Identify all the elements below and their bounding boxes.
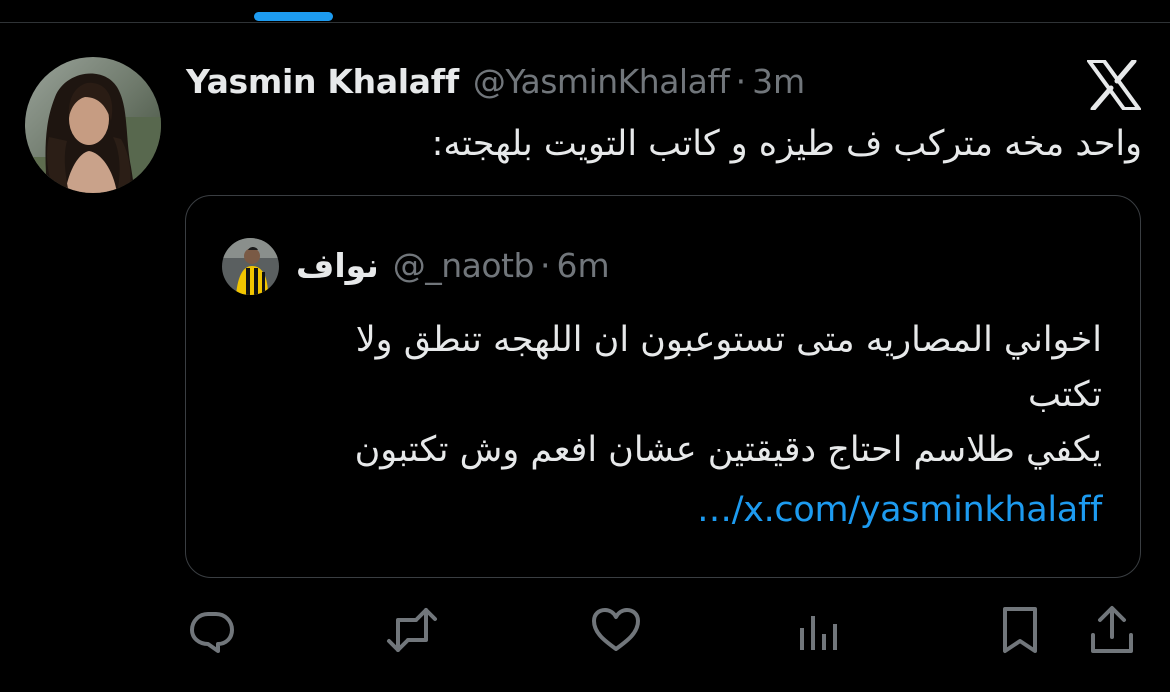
quoted-author-handle[interactable]: @_naotb — [393, 246, 535, 285]
top-divider — [0, 22, 1170, 23]
quoted-text-line: تكتب — [1028, 375, 1102, 415]
quoted-tweet-link[interactable]: …/x.com/yasminkhalaff — [697, 483, 1102, 538]
views-icon — [800, 616, 837, 650]
separator-dot: · — [735, 61, 747, 101]
profile-photo-icon — [25, 57, 161, 193]
reply-button[interactable] — [186, 604, 238, 656]
quoted-text-line: يكفي طلاسم احتاج دقيقتين عشان افعم وش تك… — [354, 430, 1102, 470]
share-button[interactable] — [1086, 604, 1138, 656]
views-button[interactable] — [792, 604, 844, 656]
quoted-tweet-timestamp[interactable]: 6m — [556, 246, 609, 285]
bookmark-button[interactable] — [994, 604, 1046, 656]
reply-icon — [190, 612, 234, 653]
retweet-button[interactable] — [386, 604, 438, 656]
share-icon — [1091, 606, 1133, 653]
like-button[interactable] — [590, 604, 642, 656]
like-icon — [592, 608, 640, 651]
quoted-author-display-name[interactable]: نواف — [296, 246, 379, 285]
tweet-header: Yasmin Khalaff @YasminKhalaff · 3m — [186, 56, 805, 106]
tweet-timestamp[interactable]: 3m — [752, 62, 805, 101]
bookmark-icon — [1003, 607, 1037, 653]
quoted-text-line: اخواني المصاريه متى تستوعبون ان اللهجه ت… — [355, 320, 1102, 360]
author-handle[interactable]: @YasminKhalaff — [473, 62, 730, 101]
tweet-text: واحد مخه متركب ف طيزه و كاتب التويت بلهج… — [431, 124, 1142, 164]
retweet-icon — [387, 608, 437, 652]
quoted-tweet-text: اخواني المصاريه متى تستوعبون ان اللهجه ت… — [212, 313, 1102, 478]
quoted-separator-dot: · — [539, 245, 551, 285]
quoted-profile-photo-icon — [222, 238, 279, 295]
x-logo-icon — [1087, 58, 1141, 112]
quoted-tweet-header: نواف @_naotb · 6m — [296, 240, 610, 290]
quoted-author-avatar[interactable] — [222, 238, 279, 295]
author-display-name[interactable]: Yasmin Khalaff — [186, 62, 459, 101]
active-tab-indicator — [254, 12, 333, 21]
author-avatar[interactable] — [25, 57, 161, 193]
